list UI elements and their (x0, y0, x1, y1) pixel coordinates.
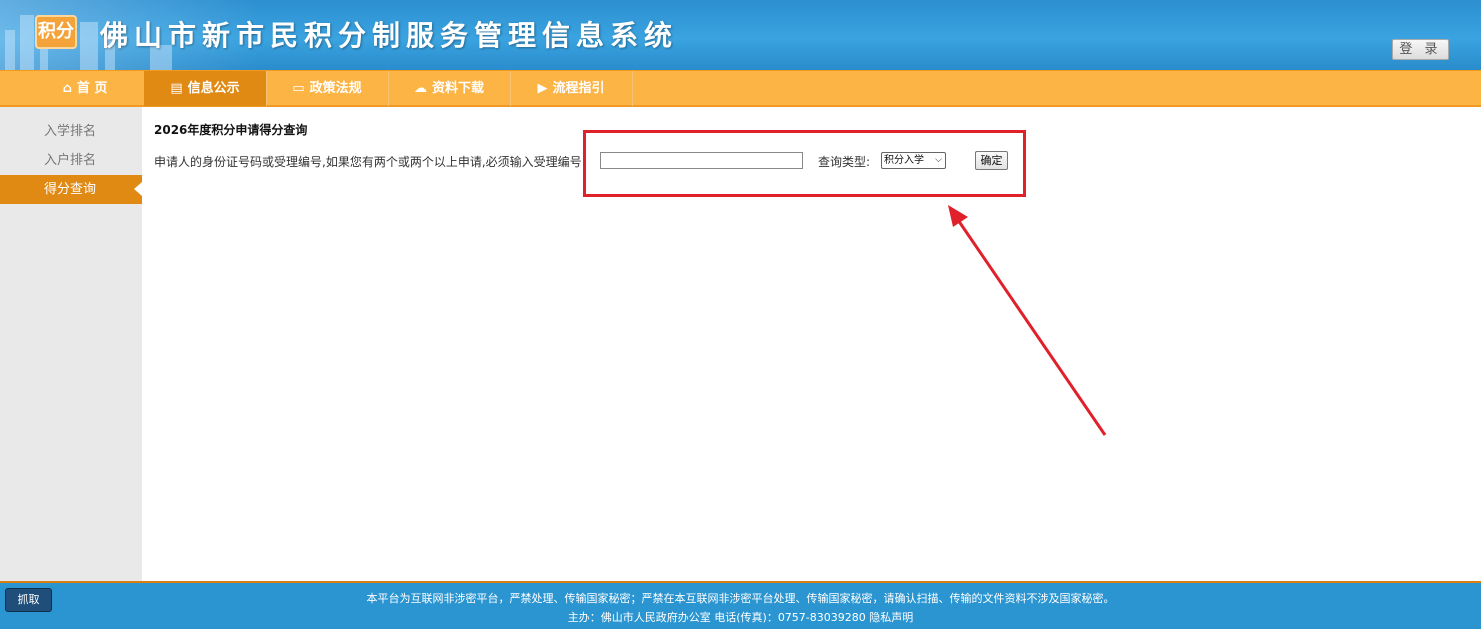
notice-icon: ▤ (170, 81, 183, 96)
site-footer: 本平台为互联网非涉密平台，严禁处理、传输国家秘密；严禁在本互联网非涉密平台处理、… (0, 581, 1481, 629)
nav-item-label: 流程指引 (552, 81, 605, 96)
annotation-highlight-box (583, 130, 1026, 197)
logo-badge: 积分 (35, 15, 77, 49)
footer-notice: 本平台为互联网非涉密平台，严禁处理、传输国家秘密；严禁在本互联网非涉密平台处理、… (366, 592, 1115, 605)
annotation-arrow-icon (948, 205, 1107, 436)
nav-item-label: 信息公示 (187, 81, 240, 96)
nav-item-label: 政策法规 (309, 81, 362, 96)
nav-item-guide[interactable]: ▶ 流程指引 (510, 71, 632, 106)
sidebar-item-school-ranking[interactable]: 入学排名 (0, 117, 142, 146)
sidebar-item-household-ranking[interactable]: 入户排名 (0, 146, 142, 175)
nav-item-label: 资料下载 (431, 81, 484, 96)
sidebar: 入学排名 入户排名 得分查询 (0, 107, 142, 581)
id-field-label: 申请人的身份证号码或受理编号,如果您有两个或两个以上申请,必须输入受理编号: (154, 155, 586, 169)
main-nav: ⌂ 首 页 ▤ 信息公示 ▭ 政策法规 ☁ 资料下载 ▶ 流程指引 (0, 70, 1481, 107)
sidebar-item-score-query[interactable]: 得分查询 (0, 175, 142, 204)
nav-item-info[interactable]: ▤ 信息公示 (144, 71, 266, 106)
site-header: 积分 佛山市新市民积分制服务管理信息系统 登 录 (0, 0, 1481, 70)
login-button[interactable]: 登 录 (1392, 39, 1449, 60)
policy-icon: ▭ (292, 81, 305, 96)
page-title: 2026年度积分申请得分查询 (154, 123, 308, 137)
grab-button[interactable]: 抓取 (5, 588, 52, 612)
nav-divider (632, 71, 633, 106)
site-title: 佛山市新市民积分制服务管理信息系统 (100, 19, 679, 52)
nav-item-label: 首 页 (76, 81, 108, 96)
play-circle-icon: ▶ (537, 81, 548, 96)
home-icon: ⌂ (62, 81, 72, 96)
footer-contact: 主办：佛山市人民政府办公室 电话(传真)：0757-83039280 隐私声明 (567, 611, 914, 624)
nav-item-home[interactable]: ⌂ 首 页 (24, 71, 146, 106)
cloud-download-icon: ☁ (413, 81, 427, 96)
nav-item-policy[interactable]: ▭ 政策法规 (266, 71, 388, 106)
nav-item-download[interactable]: ☁ 资料下载 (388, 71, 510, 106)
